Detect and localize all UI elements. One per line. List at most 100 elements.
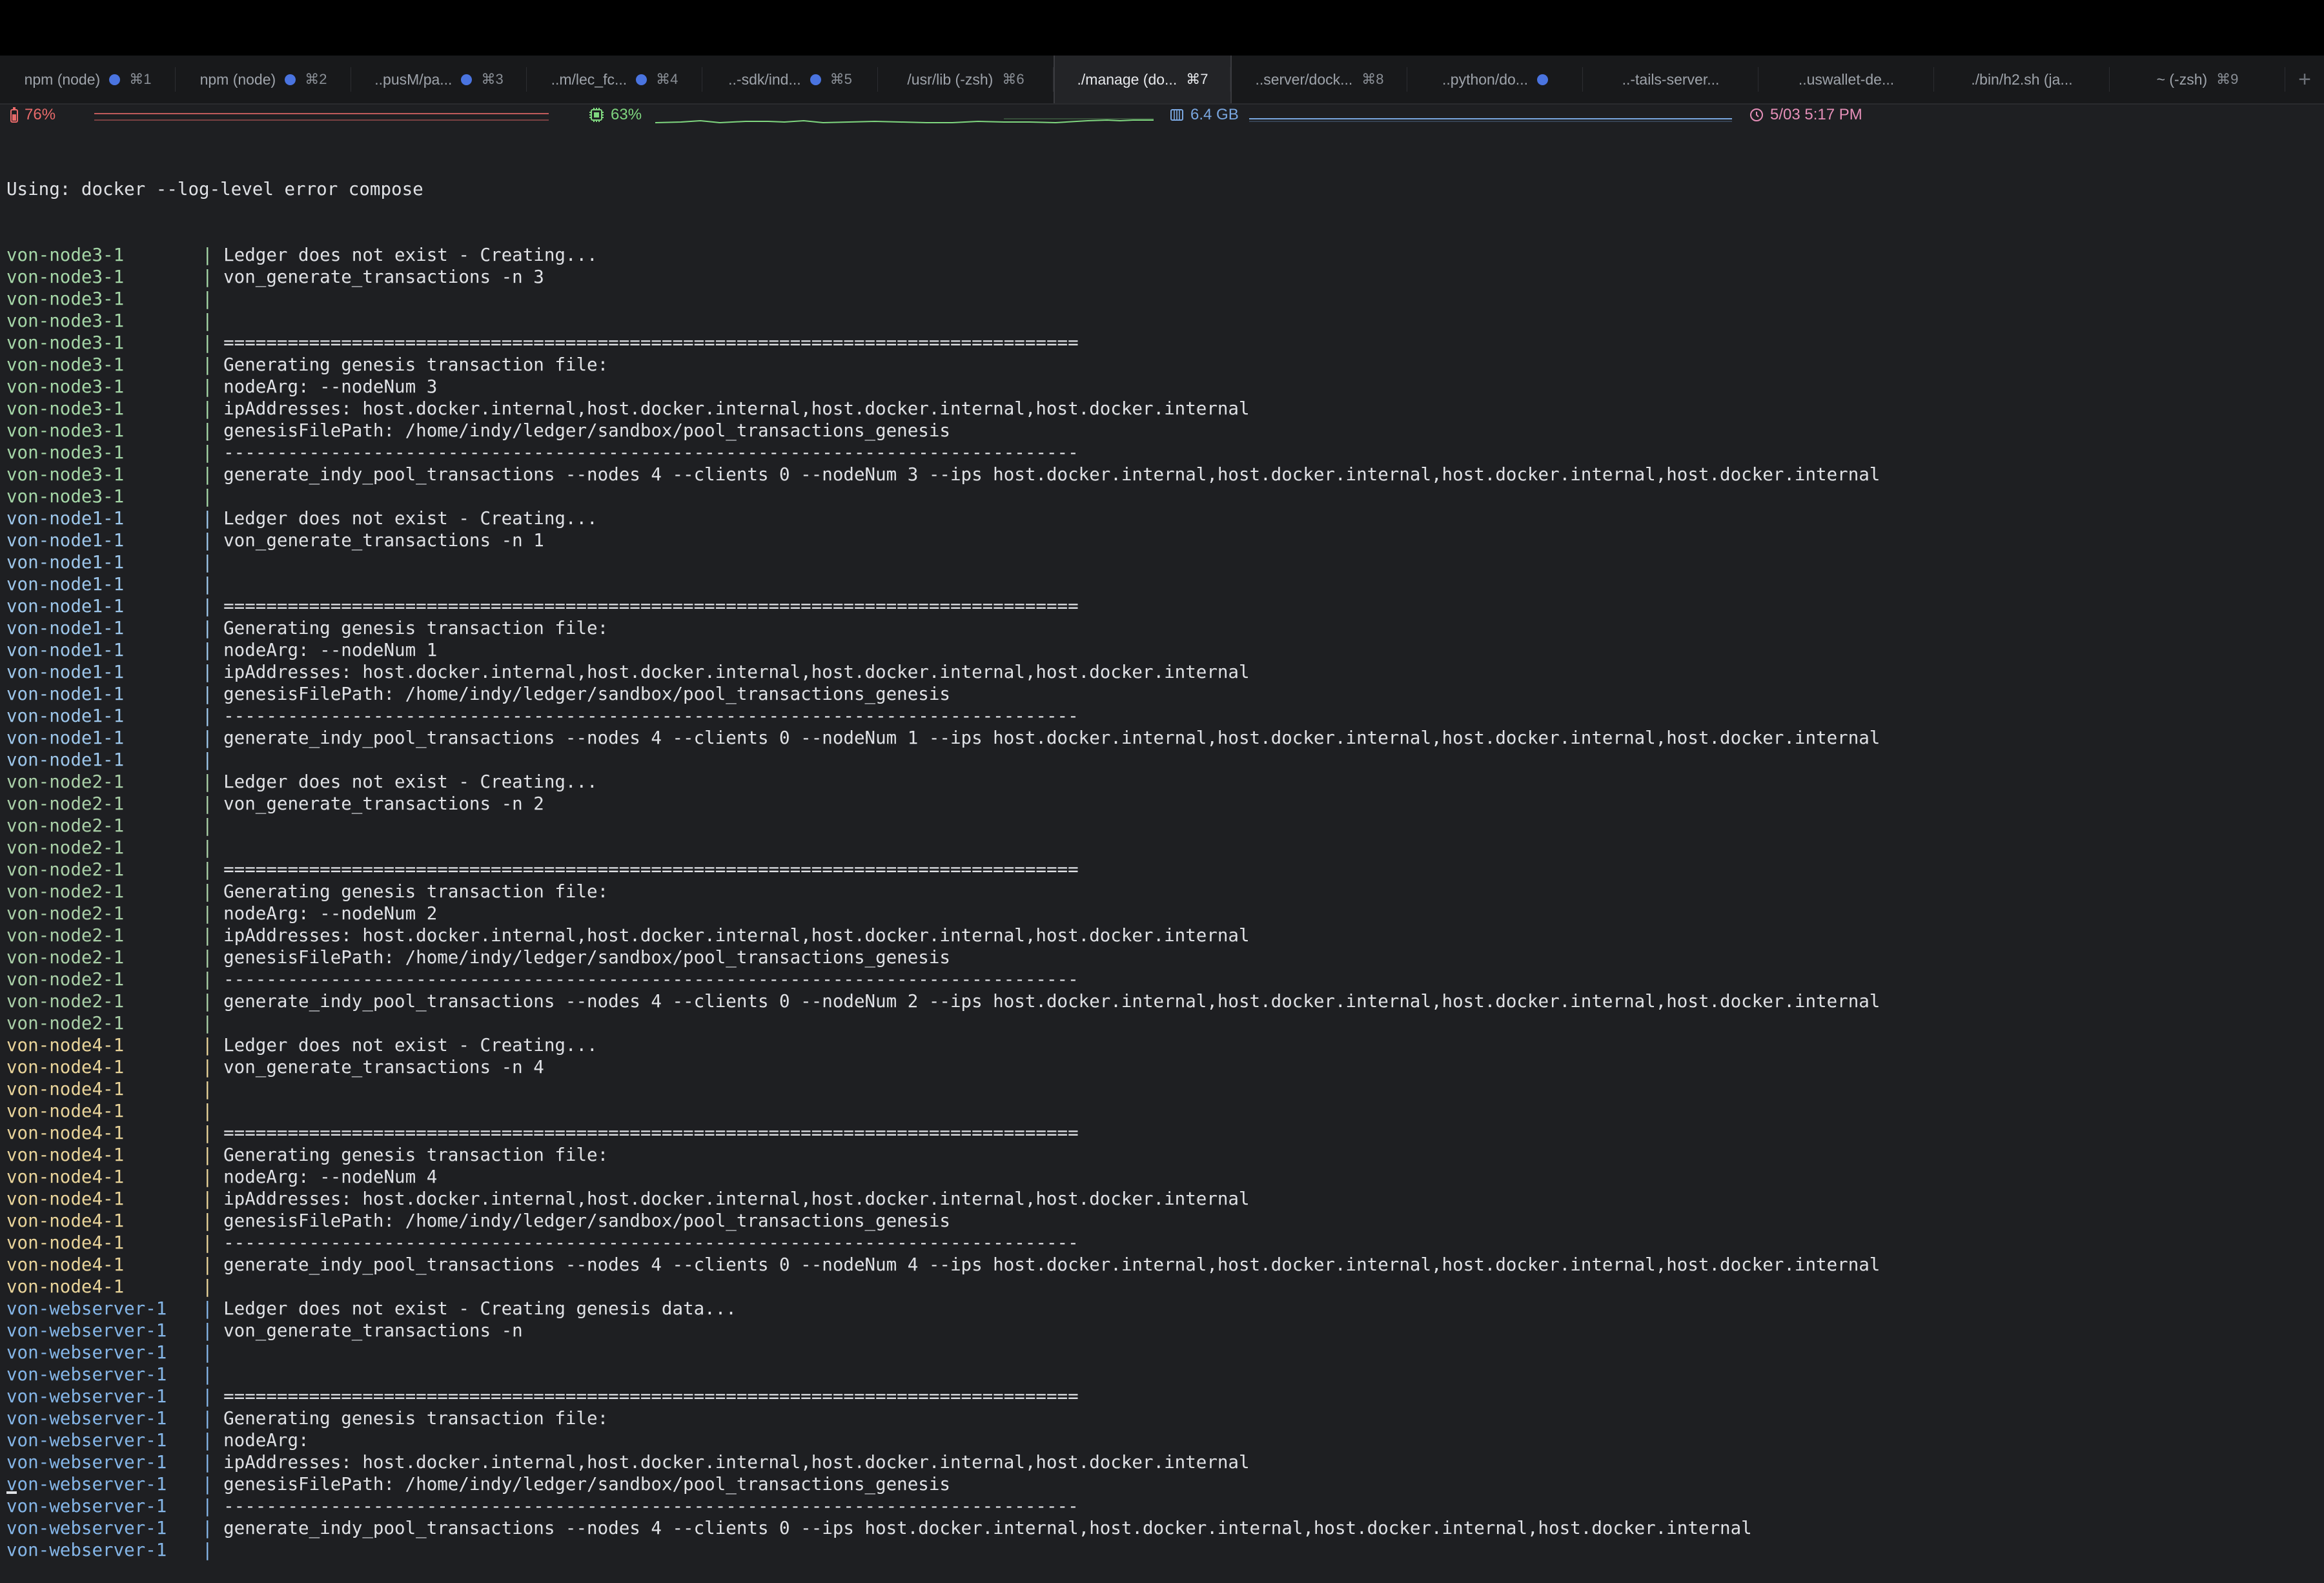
- container-name: von-webserver-1: [6, 1364, 167, 1385]
- log-separator: |: [202, 1079, 224, 1099]
- log-separator: |: [202, 1342, 224, 1363]
- log-line: von-node3-1 | genesisFilePath: /home/indy…: [6, 420, 2318, 442]
- tab-11[interactable]: ..uswallet-de...: [1758, 56, 1934, 103]
- tab-shortcut: ⌘8: [1361, 71, 1384, 87]
- log-line: von-node3-1 | ---------------------------…: [6, 442, 2318, 464]
- activity-dot-icon: [810, 74, 821, 85]
- battery-percent: 76%: [25, 106, 56, 123]
- tab-13[interactable]: ~ (-zsh) ⌘9: [2110, 56, 2285, 103]
- log-separator: |: [202, 1101, 224, 1121]
- new-tab-plus-icon[interactable]: +: [2285, 56, 2324, 103]
- log-line: von-node2-1 |: [6, 815, 2318, 837]
- tab-10[interactable]: ..-tails-server...: [1583, 56, 1758, 103]
- terminal-output[interactable]: Using: docker --log-level error compose …: [6, 134, 2318, 1583]
- log-line: von-webserver-1 |: [6, 1363, 2318, 1385]
- container-name: von-node2-1: [6, 815, 125, 836]
- container-name: von-webserver-1: [6, 1496, 167, 1517]
- container-name: von-node4-1: [6, 1145, 125, 1165]
- log-separator: |: [202, 1474, 224, 1495]
- container-name: von-node2-1: [6, 969, 125, 990]
- container-name: von-node2-1: [6, 793, 125, 814]
- log-line: von-node1-1 | Ledger does not exist - Cre…: [6, 507, 2318, 529]
- log-message: nodeArg:: [223, 1430, 309, 1451]
- log-message: von_generate_transactions -n: [223, 1320, 523, 1341]
- log-line: von-node1-1 | genesisFilePath: /home/indy…: [6, 683, 2318, 705]
- clock-icon: [1749, 108, 1764, 122]
- log-line: von-webserver-1 | nodeArg:: [6, 1429, 2318, 1451]
- log-separator: |: [202, 442, 224, 463]
- log-line: von-node2-1 | ===========================…: [6, 859, 2318, 881]
- log-separator: |: [202, 332, 224, 353]
- log-separator: |: [202, 530, 224, 551]
- log-separator: |: [202, 267, 224, 287]
- log-line: von-node3-1 | von_generate_transactions -…: [6, 266, 2318, 288]
- log-line: von-node2-1 | von_generate_transactions -…: [6, 793, 2318, 815]
- log-line: von-node2-1 | ipAddresses: host.docker.in…: [6, 924, 2318, 946]
- cpu-percent: 63%: [611, 106, 642, 123]
- log-message: Ledger does not exist - Creating...: [223, 771, 598, 792]
- log-message: ----------------------------------------…: [223, 706, 1079, 726]
- container-name: von-node4-1: [6, 1276, 125, 1297]
- tab-2[interactable]: npm (node) ⌘2: [176, 56, 351, 103]
- tab-6[interactable]: /usr/lib (-zsh) ⌘6: [878, 56, 1054, 103]
- tab-label: ~ (-zsh): [2156, 70, 2208, 88]
- tab-7[interactable]: ./manage (do... ⌘7: [1054, 56, 1232, 103]
- container-name: von-node4-1: [6, 1254, 125, 1275]
- log-message: Generating genesis transaction file:: [223, 1408, 609, 1429]
- log-separator: |: [202, 728, 224, 748]
- log-message: nodeArg: --nodeNum 1: [223, 640, 438, 660]
- container-name: von-node1-1: [6, 640, 125, 660]
- activity-dot-icon: [461, 74, 473, 85]
- container-name: von-node3-1: [6, 486, 125, 507]
- container-name: von-webserver-1: [6, 1540, 167, 1560]
- tab-3[interactable]: ..pusM/pa... ⌘3: [351, 56, 527, 103]
- log-message: generate_indy_pool_transactions --nodes …: [223, 464, 1881, 485]
- log-line: von-node3-1 |: [6, 288, 2318, 310]
- container-name: von-node2-1: [6, 859, 125, 880]
- log-message: ----------------------------------------…: [223, 1232, 1079, 1253]
- tab-5[interactable]: ..-sdk/ind... ⌘5: [702, 56, 878, 103]
- log-separator: |: [202, 1167, 224, 1187]
- log-separator: |: [202, 750, 224, 770]
- memory-icon: [1170, 108, 1184, 122]
- tab-1[interactable]: npm (node) ⌘1: [0, 56, 176, 103]
- tab-8[interactable]: ..server/dock... ⌘8: [1232, 56, 1407, 103]
- tab-4[interactable]: ..m/lec_fc... ⌘4: [527, 56, 702, 103]
- container-name: von-webserver-1: [6, 1430, 167, 1451]
- container-name: von-node3-1: [6, 420, 125, 441]
- container-name: von-node2-1: [6, 947, 125, 968]
- tab-shortcut: ⌘3: [481, 71, 504, 87]
- log-message: von_generate_transactions -n 2: [223, 793, 544, 814]
- battery-icon: [10, 107, 18, 123]
- container-name: von-webserver-1: [6, 1408, 167, 1429]
- container-name: von-node3-1: [6, 398, 125, 419]
- log-line: von-webserver-1 |: [6, 1342, 2318, 1363]
- log-separator: |: [202, 925, 224, 946]
- cpu-status: 63%: [589, 106, 642, 124]
- log-line: von-node1-1 |: [6, 551, 2318, 573]
- tab-shortcut: ⌘7: [1186, 71, 1208, 87]
- log-separator: |: [202, 354, 224, 375]
- container-name: von-node2-1: [6, 771, 125, 792]
- log-line: von-node1-1 | Generating genesis transact…: [6, 617, 2318, 639]
- log-separator: |: [202, 793, 224, 814]
- log-message: genesisFilePath: /home/indy/ledger/sandb…: [223, 420, 950, 441]
- container-name: von-node1-1: [6, 596, 125, 617]
- log-separator: |: [202, 464, 224, 485]
- log-message: ========================================…: [223, 332, 1079, 353]
- log-message: ipAddresses: host.docker.internal,host.d…: [223, 1189, 1250, 1209]
- tab-bar: npm (node) ⌘1 npm (node) ⌘2 ..pusM/pa... ⌘3..…: [0, 56, 2324, 105]
- log-line: von-node1-1 | nodeArg: --nodeNum 1: [6, 639, 2318, 661]
- log-line: von-node3-1 | nodeArg: --nodeNum 3: [6, 376, 2318, 398]
- log-line: von-webserver-1 | Generating genesis tran…: [6, 1407, 2318, 1429]
- log-message: Generating genesis transaction file:: [223, 1145, 609, 1165]
- log-separator: |: [202, 596, 224, 617]
- container-name: von-node3-1: [6, 464, 125, 485]
- log-line: von-node4-1 |: [6, 1100, 2318, 1122]
- tab-12[interactable]: ./bin/h2.sh (ja...: [1934, 56, 2110, 103]
- tab-shortcut: ⌘6: [1002, 71, 1024, 87]
- log-separator: |: [202, 991, 224, 1012]
- log-message: ========================================…: [223, 596, 1079, 617]
- tab-9[interactable]: ..python/do...: [1407, 56, 1583, 103]
- log-separator: |: [202, 311, 224, 331]
